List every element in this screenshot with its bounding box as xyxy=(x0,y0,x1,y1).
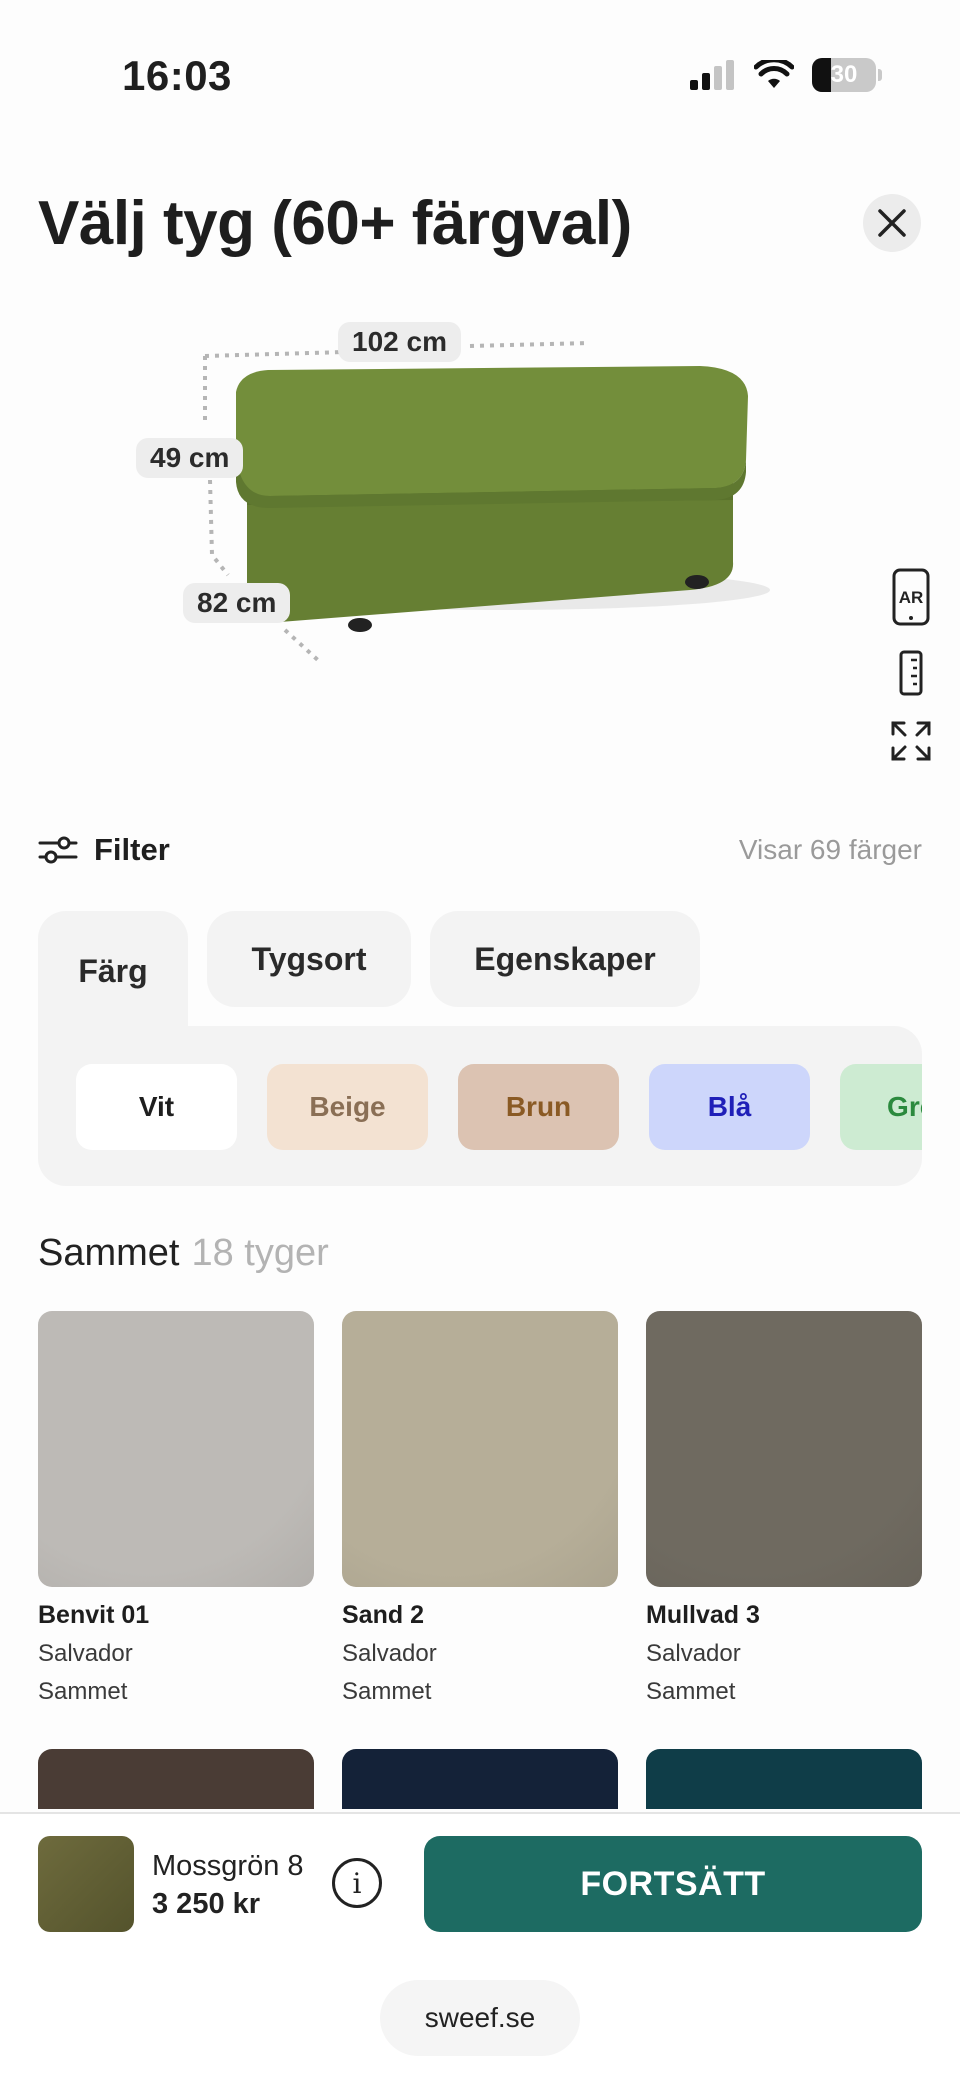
ar-label: AR xyxy=(899,588,924,607)
color-chip[interactable]: Brun xyxy=(458,1064,619,1150)
tab-tygsort[interactable]: Tygsort xyxy=(207,911,411,1007)
url-bar[interactable]: sweef.se xyxy=(380,1980,580,2056)
expand-icon xyxy=(891,721,931,761)
fabric-swatch xyxy=(646,1311,922,1587)
ottoman-image xyxy=(203,341,770,664)
fabric-collection: Salvador xyxy=(342,1640,437,1667)
selected-fabric-thumbnail xyxy=(38,1836,134,1932)
fabric-type: Sammet xyxy=(646,1678,736,1705)
tab-farg[interactable]: Färg xyxy=(38,911,188,1031)
fabric-card[interactable]: Benvit 01 Salvador Sammet xyxy=(38,1311,314,1706)
section-count: 18 tyger xyxy=(191,1232,329,1274)
fabric-type: Sammet xyxy=(38,1678,128,1705)
fabric-swatch[interactable] xyxy=(646,1749,922,1809)
fabric-swatch[interactable] xyxy=(38,1749,314,1809)
fabric-swatch xyxy=(342,1311,618,1587)
fabric-grid: Benvit 01 Salvador Sammet Sand 2 Salvador Sam… xyxy=(38,1311,922,1706)
depth-dimension-label: 82 cm xyxy=(183,583,291,623)
tab-egenskaper[interactable]: Egenskaper xyxy=(430,911,700,1007)
color-chip[interactable]: Blå xyxy=(649,1064,810,1150)
color-chips: Vit Beige Brun Blå Grön xyxy=(76,1064,922,1150)
fabric-name: Mullvad 3 xyxy=(646,1601,760,1629)
continue-button[interactable]: FORTSÄTT xyxy=(424,1836,922,1932)
fabric-name: Benvit 01 xyxy=(38,1601,150,1629)
fabric-swatch xyxy=(38,1311,314,1587)
info-button[interactable]: i xyxy=(332,1858,382,1908)
close-icon xyxy=(878,209,906,237)
ar-phone-icon: AR xyxy=(892,568,930,626)
fabric-collection: Salvador xyxy=(38,1640,133,1667)
info-icon: i xyxy=(352,1866,362,1900)
fabric-grid-row-2 xyxy=(38,1749,922,1809)
status-bar: 16:03 30 xyxy=(0,0,960,150)
measure-button[interactable] xyxy=(886,650,936,696)
color-chip[interactable]: Grön xyxy=(840,1064,922,1150)
color-chip[interactable]: Beige xyxy=(267,1064,428,1150)
ruler-icon xyxy=(899,650,923,696)
filter-button[interactable]: Filter xyxy=(94,832,170,868)
selected-fabric-name: Mossgrön 8 xyxy=(152,1850,304,1882)
close-button[interactable] xyxy=(863,194,921,252)
battery-level: 30 xyxy=(830,61,858,88)
selected-fabric-price: 3 250 kr xyxy=(152,1888,261,1920)
width-dimension-label: 102 cm xyxy=(338,322,461,362)
viewer-tools: AR xyxy=(886,568,936,786)
product-preview[interactable]: 102 cm 49 cm 82 cm xyxy=(0,300,960,780)
fabric-swatch[interactable] xyxy=(342,1749,618,1809)
status-time: 16:03 xyxy=(122,52,232,99)
cellular-signal-icon xyxy=(690,60,734,90)
filter-row: Filter Visar 69 färger xyxy=(38,828,922,872)
section-name: Sammet xyxy=(38,1232,180,1274)
sliders-icon[interactable] xyxy=(38,835,78,865)
fabric-type: Sammet xyxy=(342,1678,432,1705)
section-title: Sammet 18 tyger xyxy=(38,1232,329,1275)
page-title: Välj tyg (60+ färgval) xyxy=(38,189,632,258)
color-filter-panel: Vit Beige Brun Blå Grön xyxy=(38,1026,922,1186)
status-icons: 30 xyxy=(690,58,882,92)
battery-icon: 30 xyxy=(812,58,882,92)
color-chip[interactable]: Vit xyxy=(76,1064,237,1150)
height-dimension-label: 49 cm xyxy=(136,438,244,478)
wifi-icon xyxy=(754,60,794,88)
fullscreen-button[interactable] xyxy=(886,720,936,762)
color-count: Visar 69 färger xyxy=(738,834,922,865)
bottom-bar: Mossgrön 8 3 250 kr i FORTSÄTT sweef.se xyxy=(0,1812,960,2087)
fabric-card[interactable]: Sand 2 Salvador Sammet xyxy=(342,1311,618,1706)
fabric-name: Sand 2 xyxy=(342,1601,424,1629)
ar-button[interactable]: AR xyxy=(886,568,936,626)
fabric-card[interactable]: Mullvad 3 Salvador Sammet xyxy=(646,1311,922,1706)
fabric-collection: Salvador xyxy=(646,1640,741,1667)
